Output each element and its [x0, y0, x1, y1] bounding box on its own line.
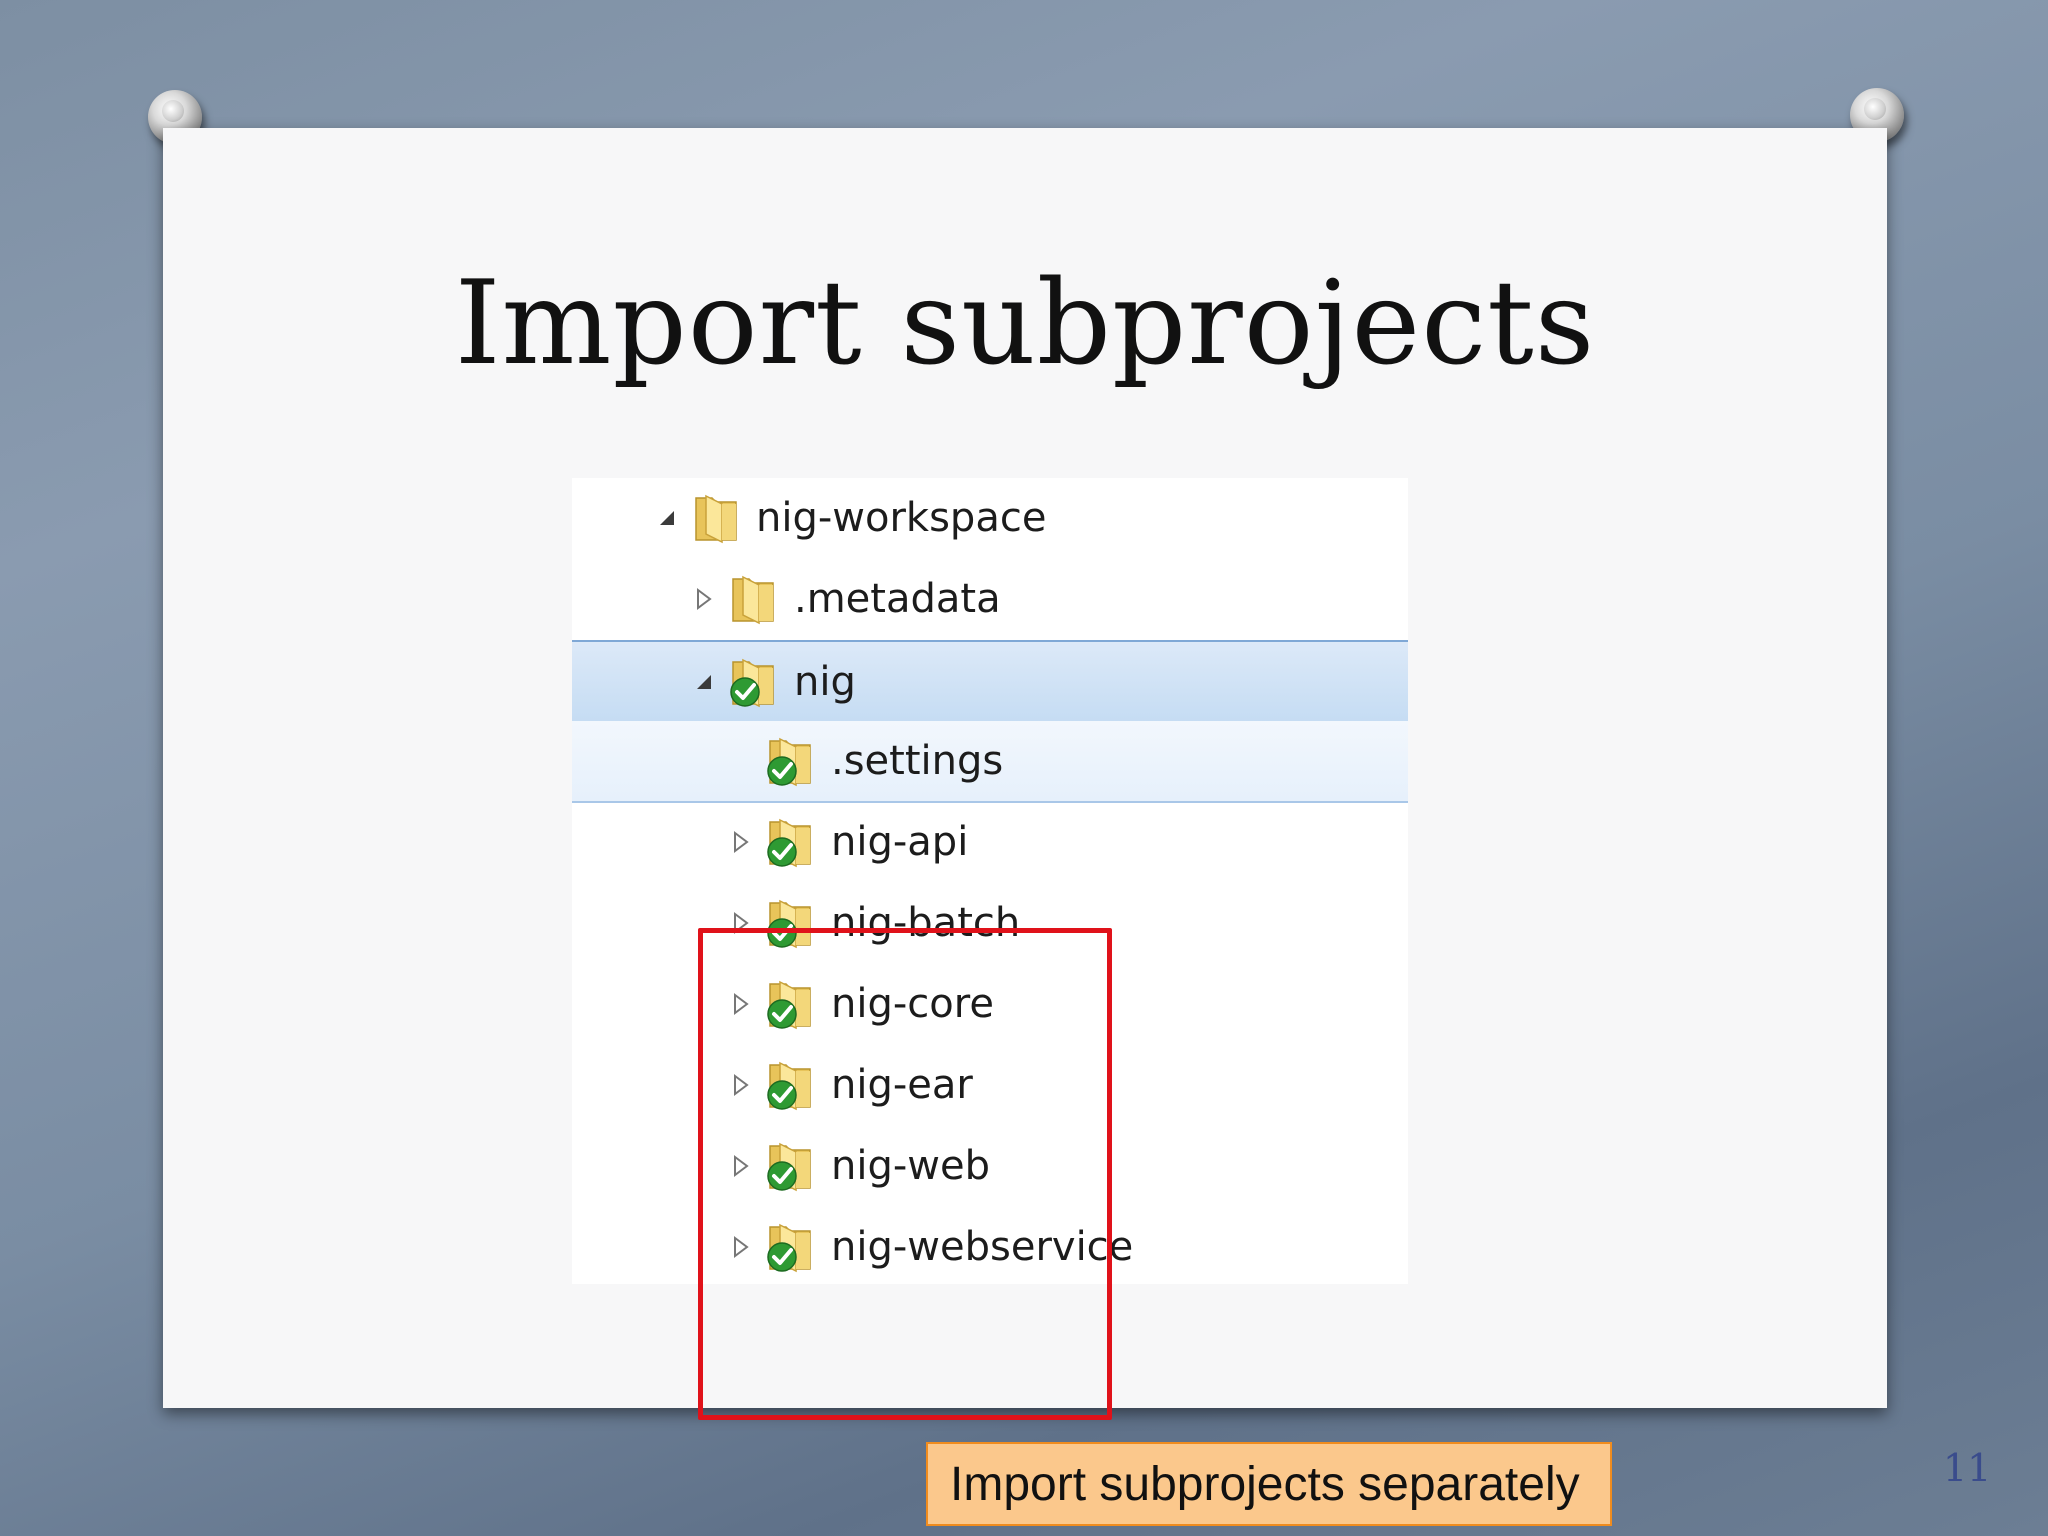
folder-icon	[729, 573, 777, 625]
folder-icon	[692, 492, 740, 544]
tree-item-label: nig	[794, 659, 856, 705]
collapsed-triangle-icon[interactable]	[730, 830, 752, 854]
slide: Import subprojects nig-workspace .metadat…	[163, 128, 1991, 1526]
slide-title: Import subprojects	[454, 256, 1596, 391]
tree-item-label: .metadata	[794, 576, 1001, 622]
tree-item-label: .settings	[831, 738, 1004, 784]
tree-item[interactable]: nig-workspace	[572, 478, 1408, 558]
tree-item[interactable]: .settings	[572, 721, 1408, 803]
expanded-triangle-icon[interactable]	[656, 506, 678, 530]
tree-item[interactable]: .metadata	[572, 559, 1408, 639]
page-number: 11	[1943, 1446, 1992, 1490]
project-folder-icon	[766, 816, 814, 868]
collapsed-triangle-icon[interactable]	[693, 587, 715, 611]
subprojects-highlight-box	[698, 928, 1112, 1420]
tree-item[interactable]: nig	[572, 640, 1408, 724]
tree-item[interactable]: nig-api	[572, 802, 1408, 882]
tree-item-label: nig-api	[831, 819, 969, 865]
tree-item-label: nig-workspace	[756, 495, 1047, 541]
project-folder-icon	[729, 656, 777, 708]
caption-text: Import subprojects separately	[950, 1457, 1580, 1511]
expanded-triangle-icon[interactable]	[693, 670, 715, 694]
project-folder-icon	[766, 735, 814, 787]
caption-callout: Import subprojects separately	[926, 1442, 1612, 1526]
